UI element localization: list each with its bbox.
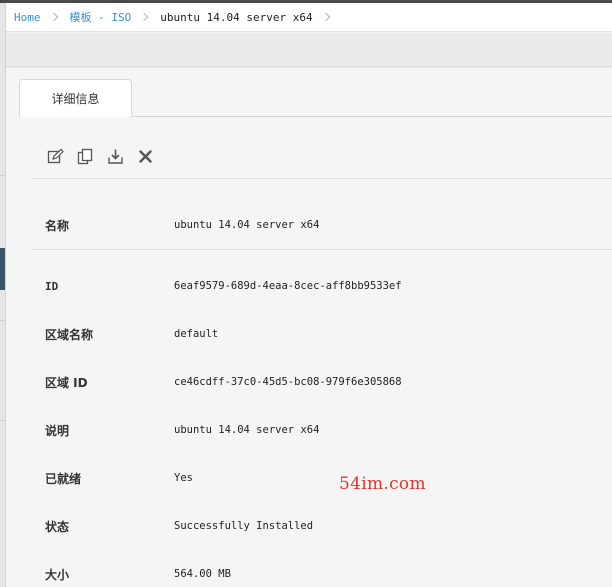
tab-details-label: 详细信息 <box>51 92 100 106</box>
chevron-right-icon <box>321 12 330 22</box>
site-watermark: 54im.com <box>339 474 426 494</box>
download-icon <box>108 149 123 164</box>
detail-label: 名称 <box>45 218 70 233</box>
edit-icon <box>47 148 64 164</box>
detail-row-ready: 已就绪 Yes <box>6 468 612 488</box>
detail-value: 564.00 MB <box>174 568 231 580</box>
detail-row-size: 大小 564.00 MB <box>6 564 612 584</box>
breadcrumb-templates-iso[interactable]: 模板 - ISO <box>70 9 132 25</box>
breadcrumb-home[interactable]: Home <box>14 11 41 24</box>
detail-panel: 详细信息 名称 ubuntu 14.04 server x64 ID 6eaf9… <box>6 68 612 587</box>
detail-row-zone-name: 区域名称 default <box>6 324 612 344</box>
toolbar-band <box>6 33 612 67</box>
detail-label: 说明 <box>45 423 70 438</box>
detail-label: 状态 <box>45 519 70 534</box>
breadcrumb-current: ubuntu 14.04 server x64 <box>160 10 313 24</box>
copy-button[interactable] <box>76 147 95 166</box>
sidebar-active-marker <box>0 248 5 290</box>
detail-label: 区域名称 <box>45 327 94 342</box>
detail-value: default <box>174 328 219 340</box>
action-bar-divider <box>32 178 612 179</box>
detail-row-description: 说明 ubuntu 14.04 server x64 <box>6 420 612 440</box>
sidebar-divider <box>0 175 5 176</box>
detail-row-zone-id: 区域 ID ce46cdff-37c0-45d5-bc08-979f6e3058… <box>6 372 612 392</box>
sidebar-divider <box>0 320 5 321</box>
sidebar-divider <box>0 420 5 421</box>
chevron-right-icon <box>140 12 149 22</box>
detail-value: Yes <box>174 472 193 484</box>
delete-icon <box>139 150 152 163</box>
detail-row-status: 状态 Successfully Installed <box>6 516 612 536</box>
delete-button[interactable] <box>136 147 155 166</box>
copy-icon <box>77 148 93 165</box>
detail-value: ubuntu 14.04 server x64 <box>174 424 320 436</box>
breadcrumb: Home 模板 - ISO ubuntu 14.04 server x64 <box>6 3 612 32</box>
detail-label: 区域 ID <box>45 375 88 390</box>
detail-row-name: 名称 ubuntu 14.04 server x64 <box>6 215 612 235</box>
detail-row-id: ID 6eaf9579-689d-4eaa-8cec-aff8bb9533ef <box>6 276 612 296</box>
download-button[interactable] <box>106 147 125 166</box>
tab-details[interactable]: 详细信息 <box>19 79 132 117</box>
detail-value: 6eaf9579-689d-4eaa-8cec-aff8bb9533ef <box>174 280 402 292</box>
detail-label: ID <box>45 279 59 293</box>
detail-label: 大小 <box>45 567 70 582</box>
edit-button[interactable] <box>46 147 65 166</box>
action-bar <box>46 147 155 166</box>
row-divider <box>32 249 612 250</box>
detail-value: ubuntu 14.04 server x64 <box>174 219 320 231</box>
detail-value: Successfully Installed <box>174 520 314 532</box>
chevron-right-icon <box>49 12 58 22</box>
detail-label: 已就绪 <box>45 471 82 486</box>
detail-value: ce46cdff-37c0-45d5-bc08-979f6e305868 <box>174 376 402 388</box>
